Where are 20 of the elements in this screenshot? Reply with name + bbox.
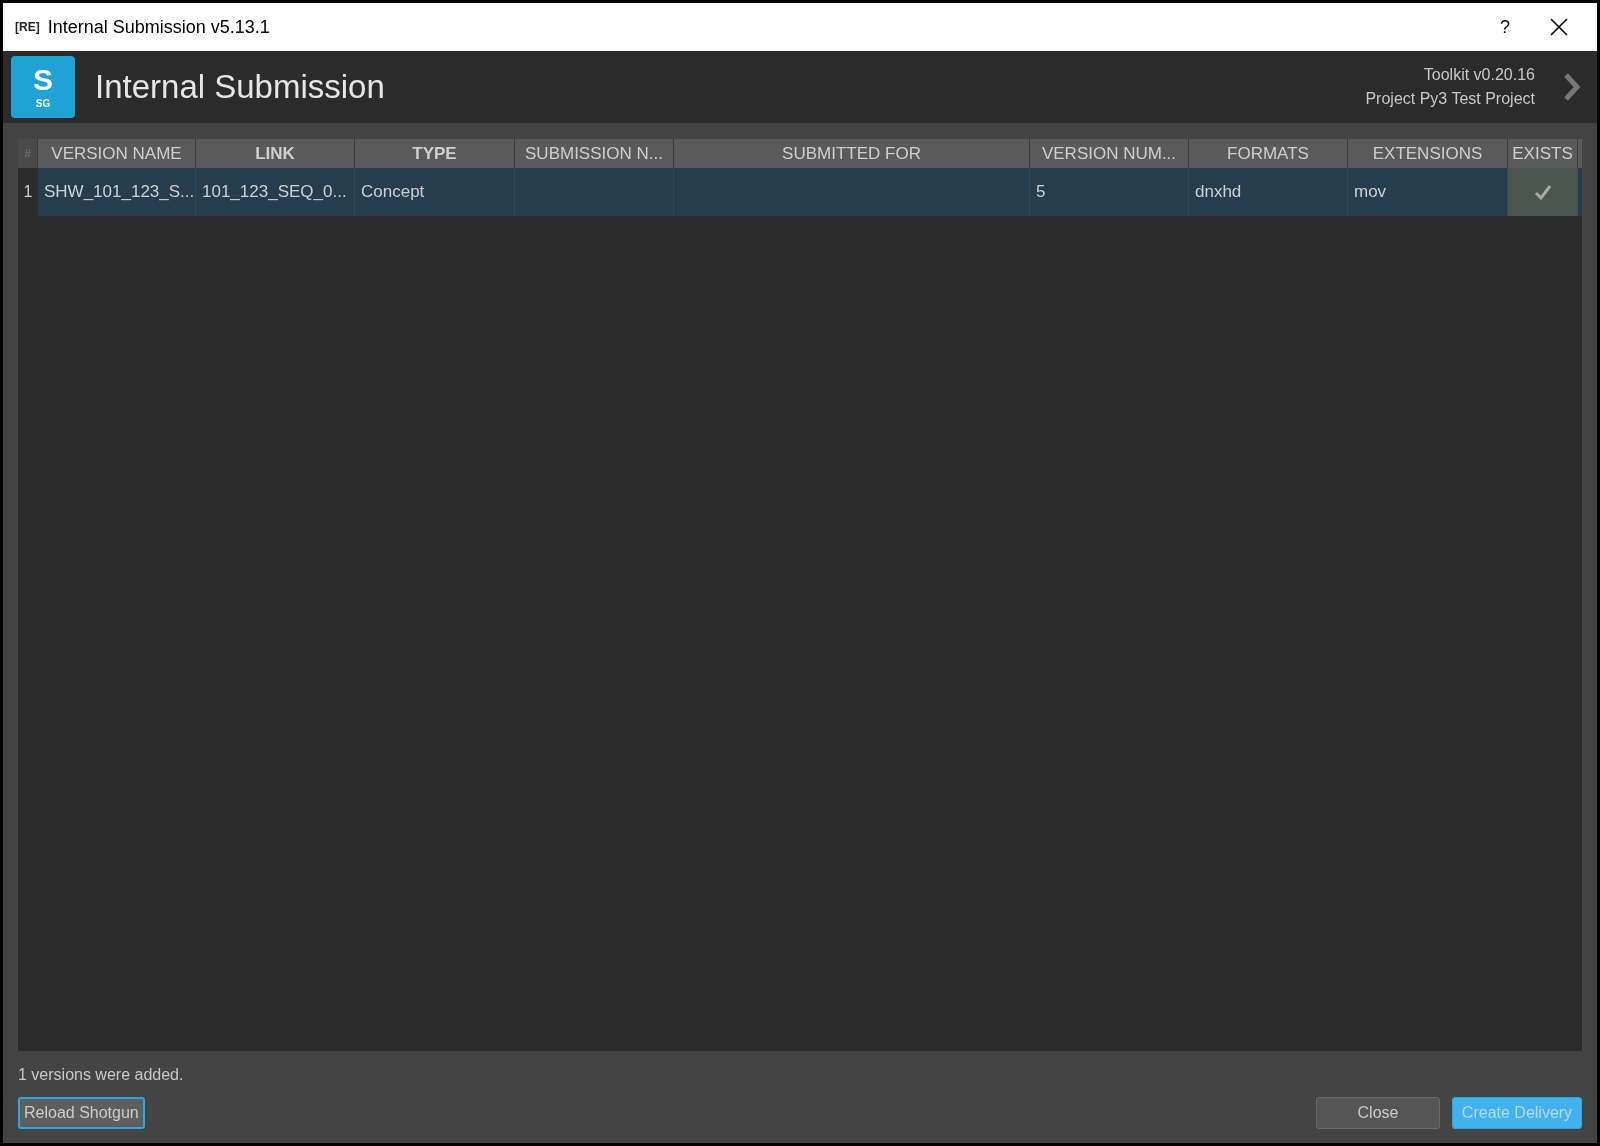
- window-title: Internal Submission v5.13.1: [47, 15, 271, 39]
- table-cell-text: 5: [1036, 181, 1046, 204]
- app-logo: S SG: [11, 56, 75, 118]
- table-cell-text: mov: [1354, 181, 1387, 204]
- toolkit-version: Toolkit v0.20.16: [1423, 65, 1535, 85]
- help-button[interactable]: ?: [1485, 13, 1525, 41]
- table-cell-text: Concept: [361, 181, 425, 204]
- project-name: Project Py3 Test Project: [1365, 89, 1535, 109]
- table-cell-text: dnxhd: [1195, 181, 1242, 204]
- table-cell-text: SHW_101_123_S...: [44, 181, 195, 204]
- app-tag-label: [RE]: [15, 19, 40, 36]
- reload-shotgun-button[interactable]: Reload Shotgun: [18, 1097, 145, 1129]
- table-cell-text: 101_123_SEQ_0...: [202, 181, 347, 204]
- status-message: 1 versions were added.: [18, 1065, 185, 1085]
- chevron-right-icon[interactable]: [1563, 72, 1581, 102]
- app-title: Internal Submission: [95, 67, 386, 108]
- table-row[interactable]: 1 SHW_101_123_S... 101_123_SEQ_0... Concept 5 dnxhd mov: [18, 168, 1582, 216]
- row-number: 1: [18, 168, 38, 216]
- close-icon[interactable]: [1549, 17, 1569, 37]
- close-button[interactable]: Close: [1316, 1097, 1440, 1129]
